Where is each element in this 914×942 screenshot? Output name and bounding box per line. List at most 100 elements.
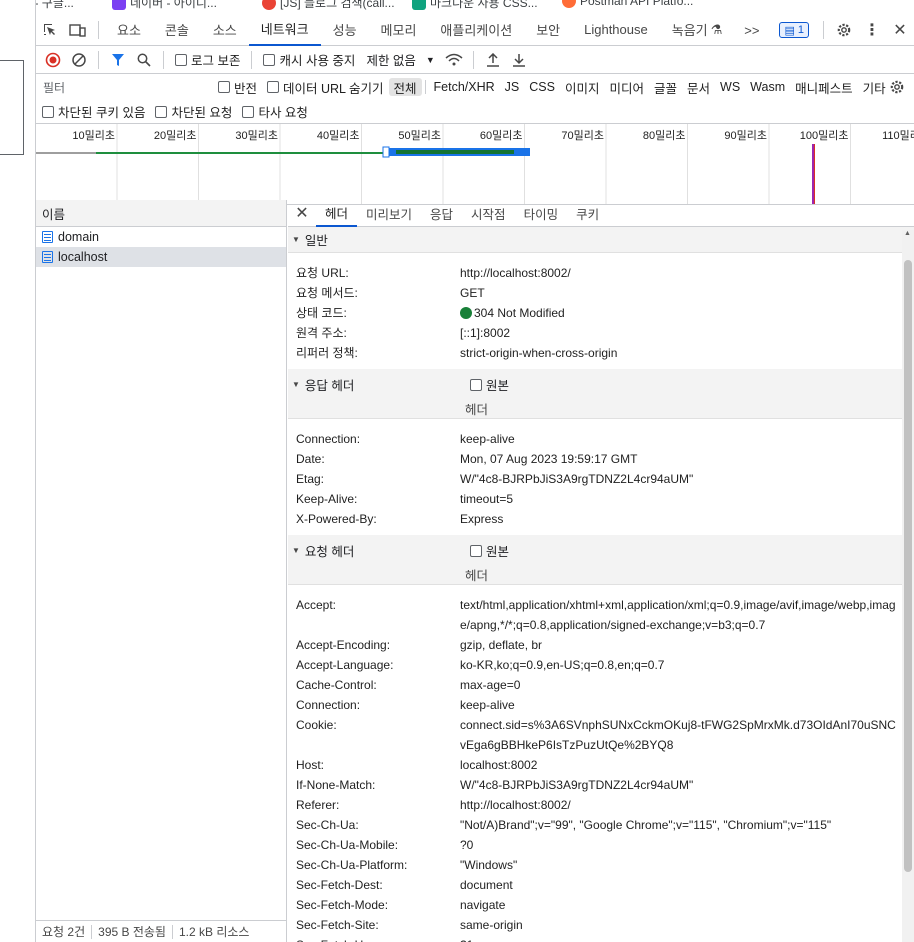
tab-elements[interactable]: 요소 <box>105 14 153 46</box>
tab-response[interactable]: 응답 <box>421 200 462 227</box>
filter-type-img[interactable]: 이미지 <box>560 78 605 96</box>
invert-checkbox[interactable]: 반전 <box>218 78 257 97</box>
response-headers-section-header[interactable]: ▼ 응답 헤더 원본 헤더 <box>288 369 914 419</box>
filter-type-css[interactable]: CSS <box>524 78 560 96</box>
timeline-tick-label: 10밀리초 <box>72 129 115 142</box>
request-list: 이름 domain localhost 요청 2건 395 B 전송됨 1.2 … <box>36 200 287 942</box>
preserve-log-checkbox[interactable]: 로그 보존 <box>175 50 240 69</box>
raw-label: 원본 <box>486 379 510 393</box>
disable-cache-label: 캐시 사용 중지 <box>279 54 356 68</box>
header-value: connect.sid=s%3A6SVnphSUNxCckmOKuj8-tFWG… <box>460 718 896 752</box>
header-row: Etag: W/"4c8-BJRPbJiS3A9rgTDNZ2L4cr94aUM" <box>288 469 914 489</box>
close-details-icon[interactable]: ✕ <box>288 203 316 223</box>
filter-type-doc[interactable]: 문서 <box>682 78 715 96</box>
tab-headers[interactable]: 헤더 <box>316 200 358 227</box>
bookmark-item[interactable]: 마크다운 사용 CSS... <box>412 0 538 11</box>
tab-recorder[interactable]: 녹음기 ⚗ <box>660 14 735 46</box>
tab-preview[interactable]: 미리보기 <box>357 200 421 227</box>
general-section-header[interactable]: ▼ 일반 <box>288 227 914 253</box>
bookmark-item[interactable]: [JS] 블로그 검색(call... <box>262 0 395 11</box>
disable-cache-checkbox[interactable]: 캐시 사용 중지 <box>263 50 355 69</box>
dom-content-loaded-marker <box>814 144 815 204</box>
tab-application[interactable]: 애플리케이션 <box>428 14 524 46</box>
tab-sources[interactable]: 소스 <box>201 14 249 46</box>
overview-selection-handle[interactable] <box>382 146 390 158</box>
header-name: Sec-Fetch-Site: <box>296 918 379 932</box>
checkbox-box[interactable] <box>470 378 482 391</box>
export-har-download-icon[interactable] <box>506 46 532 74</box>
filter-type-fetch-xhr[interactable]: Fetch/XHR <box>429 78 500 96</box>
checkbox-box[interactable] <box>175 53 187 66</box>
checkbox-box[interactable] <box>218 81 230 93</box>
header-value: same-origin <box>460 918 523 932</box>
tab-timing[interactable]: 타이밍 <box>515 200 568 227</box>
tab-recorder-label: 녹음기 <box>671 23 708 38</box>
header-row: Accept-Encoding: gzip, deflate, br <box>288 635 914 655</box>
checkbox-box[interactable] <box>470 544 482 557</box>
request-row-domain[interactable]: domain <box>36 227 286 247</box>
checkbox-box[interactable] <box>155 105 168 118</box>
tab-lighthouse[interactable]: Lighthouse <box>572 14 660 46</box>
bookmark-item[interactable]: 네이버 - 아이디... <box>112 0 217 11</box>
inspect-element-icon[interactable] <box>36 14 64 46</box>
filter-type-wasm[interactable]: Wasm <box>745 78 790 96</box>
scrollbar-thumb[interactable] <box>904 260 912 872</box>
throttling-select[interactable]: 제한 없음 ▼ <box>366 50 434 69</box>
request-row-localhost[interactable]: localhost <box>36 247 286 267</box>
settings-gear-icon[interactable] <box>830 14 858 46</box>
checkbox-box[interactable] <box>263 53 276 66</box>
header-name: Keep-Alive: <box>296 492 358 506</box>
blocked-cookies-checkbox[interactable]: 차단된 쿠키 있음 <box>42 102 145 121</box>
checkbox-box[interactable] <box>267 81 280 93</box>
more-tabs-button[interactable]: >> <box>732 14 771 46</box>
checkbox-box[interactable] <box>42 105 54 118</box>
device-toolbar-icon[interactable] <box>64 14 92 46</box>
filter-funnel-icon[interactable] <box>105 46 131 74</box>
divider <box>251 50 253 69</box>
close-devtools-icon[interactable]: ✕ <box>886 14 914 46</box>
network-overview-timeline[interactable]: 10밀리초 20밀리초 30밀리초 40밀리초 50밀리초 60밀리초 70밀리초 80밀리초… <box>36 124 914 205</box>
header-value: W/"4c8-BJRPbJiS3A9rgTDNZ2L4cr94aUM" <box>460 472 694 486</box>
load-event-marker <box>812 144 814 204</box>
network-conditions-wifi-icon[interactable] <box>441 46 467 74</box>
import-har-upload-icon[interactable] <box>480 46 506 74</box>
filter-type-media[interactable]: 미디어 <box>604 78 649 96</box>
tab-cookies[interactable]: 쿠키 <box>567 200 608 227</box>
filter-type-all[interactable]: 전체 <box>388 78 422 96</box>
hide-data-urls-checkbox[interactable]: 데이터 URL 숨기기 <box>267 78 384 97</box>
tab-network[interactable]: 네트워크 <box>248 14 321 46</box>
clear-icon[interactable] <box>66 46 92 74</box>
details-scrollbar[interactable]: ▲ <box>902 230 914 942</box>
request-headers-section-header[interactable]: ▼ 요청 헤더 원본 헤더 <box>288 535 914 585</box>
request-list-header[interactable]: 이름 <box>36 200 286 227</box>
filter-type-js[interactable]: JS <box>500 78 525 96</box>
header-row: Date: Mon, 07 Aug 2023 19:59:17 GMT <box>288 449 914 469</box>
request-raw-checkbox[interactable]: 원본 <box>470 541 509 560</box>
bookmark-item[interactable]: Postman API Platfo... <box>562 0 693 8</box>
network-settings-gear-icon[interactable] <box>884 73 910 101</box>
bookmarks-bar: 로그인 - 구글... 네이버 - 아이디... [JS] 블로그 검색(cal… <box>0 0 914 14</box>
issues-badge[interactable]: ▤ 1 <box>779 22 809 38</box>
divider <box>163 50 164 69</box>
third-party-checkbox[interactable]: 타사 요청 <box>242 102 308 121</box>
devtools-panel: 요소 콘솔 소스 네트워크 성능 메모리 애플리케이션 보안 Lighthous… <box>36 14 914 942</box>
filter-type-manifest[interactable]: 매니페스트 <box>790 78 858 96</box>
divider <box>424 80 426 94</box>
tab-memory[interactable]: 메모리 <box>369 14 429 46</box>
blocked-requests-checkbox[interactable]: 차단된 요청 <box>155 102 232 121</box>
tab-initiator[interactable]: 시작점 <box>462 200 515 227</box>
filter-type-font[interactable]: 글꼴 <box>649 78 682 96</box>
filter-input[interactable]: 필터 <box>40 77 204 97</box>
filter-type-ws[interactable]: WS <box>715 78 745 96</box>
scroll-up-arrow-icon[interactable]: ▲ <box>904 230 911 237</box>
tab-console[interactable]: 콘솔 <box>153 14 201 46</box>
tab-performance[interactable]: 성능 <box>321 14 369 46</box>
record-stop-icon[interactable] <box>40 46 66 74</box>
more-options-icon[interactable]: ⋮ <box>858 14 886 46</box>
checkbox-box[interactable] <box>242 105 255 118</box>
header-value: ?1 <box>460 935 896 942</box>
response-raw-checkbox[interactable]: 원본 <box>470 375 509 394</box>
tab-security[interactable]: 보안 <box>524 14 572 46</box>
search-icon[interactable] <box>131 46 157 74</box>
header-name: Sec-Ch-Ua: <box>296 818 359 832</box>
